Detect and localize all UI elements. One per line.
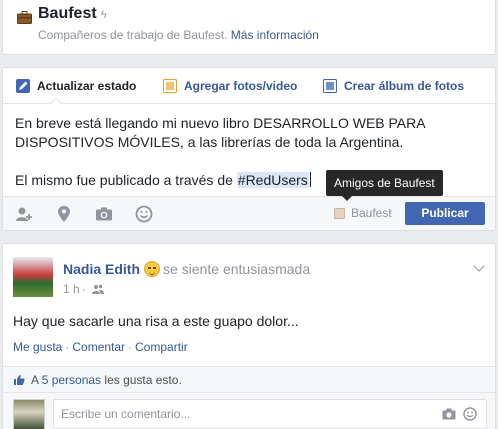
tab-create-album[interactable]: Crear álbum de fotos	[323, 79, 464, 93]
chevron-down-icon[interactable]	[473, 260, 485, 272]
group-title[interactable]: Baufest	[38, 5, 97, 23]
comment-placeholder: Escribe un comentario...	[61, 407, 191, 421]
briefcase-icon	[17, 11, 32, 24]
publish-button[interactable]: Publicar	[405, 202, 485, 225]
post-meta: 1 h ·	[63, 282, 104, 296]
composer-line-2-text: El mismo fue publicado a través de	[15, 172, 237, 188]
more-info-link[interactable]: Más información	[231, 28, 319, 42]
pencil-icon	[16, 79, 30, 93]
composer-toolbar: Baufest Publicar	[3, 196, 495, 230]
composer-tabs: Actualizar estado Agregar fotos/video Cr…	[3, 68, 495, 105]
feed-post: Nadia Edith se siente entusiasmada 1 h ·…	[2, 243, 496, 429]
feeling-text: se siente entusiasmada	[163, 261, 311, 277]
camera-icon[interactable]	[442, 407, 456, 421]
audience-label: Baufest	[351, 206, 392, 220]
composer: Actualizar estado Agregar fotos/video Cr…	[2, 67, 496, 231]
feeling-icon[interactable]	[135, 205, 153, 223]
post-timestamp[interactable]: 1 h	[63, 282, 80, 296]
hashtag: #RedUsers	[236, 172, 309, 188]
avatar[interactable]	[13, 257, 53, 297]
text-caret	[309, 172, 311, 187]
likes-count-link[interactable]: 5 personas	[42, 373, 101, 387]
post-actions: Me gusta · Comentar · Compartir	[13, 340, 188, 354]
group-header: Baufest ϟ Compañeros de trabajo de Baufe…	[2, 0, 496, 55]
likes-prefix: A	[31, 373, 42, 387]
share-link[interactable]: Compartir	[135, 340, 188, 354]
group-audience-icon	[334, 207, 345, 219]
audience-tooltip: Amigos de Baufest	[326, 170, 443, 201]
audience-selector[interactable]: Baufest	[334, 206, 392, 220]
active-tab-indicator	[49, 98, 63, 105]
photo-icon	[163, 79, 177, 93]
thumbs-up-icon	[14, 375, 25, 385]
album-icon	[323, 79, 337, 93]
friends-icon[interactable]	[91, 284, 104, 294]
likes-text: A 5 personas les gusta esto.	[31, 373, 182, 387]
group-subtitle: Compañeros de trabajo de Baufest. Más in…	[38, 28, 319, 42]
tag-friends-icon[interactable]	[15, 205, 33, 223]
bolt-icon: ϟ	[101, 9, 107, 21]
location-icon[interactable]	[55, 205, 73, 223]
excited-emoji-icon	[144, 261, 161, 277]
post-header: Nadia Edith se siente entusiasmada	[63, 261, 310, 277]
tab-label: Actualizar estado	[37, 79, 137, 93]
comment-link[interactable]: Comentar	[72, 340, 125, 354]
composer-line-1: En breve está llegando mi nuevo libro DE…	[15, 115, 425, 150]
camera-icon[interactable]	[95, 205, 113, 223]
author-name[interactable]: Nadia Edith	[63, 261, 140, 277]
likes-summary: A 5 personas les gusta esto.	[3, 366, 495, 392]
emoji-icon[interactable]	[463, 407, 477, 421]
likes-suffix: les gusta esto.	[101, 373, 182, 387]
tab-update-status[interactable]: Actualizar estado	[16, 79, 136, 93]
group-description: Compañeros de trabajo de Baufest.	[38, 28, 231, 42]
tab-label: Crear álbum de fotos	[344, 79, 465, 93]
action-separator: ·	[128, 340, 133, 354]
post-text: Hay que sacarle una risa a este guapo do…	[13, 313, 299, 329]
comment-input[interactable]: Escribe un comentario...	[53, 399, 487, 429]
tab-label: Agregar fotos/video	[184, 79, 298, 93]
tab-add-photos[interactable]: Agregar fotos/video	[163, 79, 297, 93]
like-link[interactable]: Me gusta	[13, 340, 62, 354]
action-separator: ·	[65, 340, 70, 354]
meta-separator: ·	[81, 282, 86, 296]
avatar	[13, 399, 45, 429]
comment-composer: Escribe un comentario...	[3, 392, 495, 429]
